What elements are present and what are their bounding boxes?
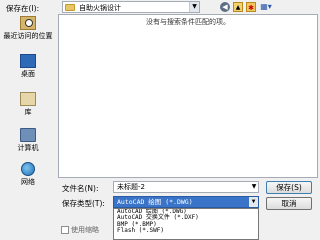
place-label: 网络	[21, 178, 35, 186]
up-folder-icon[interactable]: ▲	[233, 2, 243, 12]
desktop-icon	[20, 54, 36, 68]
libraries-icon	[20, 92, 36, 106]
folder-icon	[65, 4, 75, 11]
place-recent[interactable]: 最近访问的位置	[0, 16, 56, 41]
chevron-down-icon[interactable]: ▼	[250, 182, 258, 192]
view-menu-icon[interactable]: ▦▾	[258, 2, 274, 12]
place-libraries[interactable]: 库	[0, 92, 56, 117]
recent-places-icon	[20, 16, 36, 30]
place-network[interactable]: 网络	[0, 162, 56, 187]
filetype-label: 保存类型(T):	[62, 199, 105, 208]
filetype-select[interactable]: AutoCAD 绘图 (*.DWG) ▼	[113, 196, 259, 208]
location-combobox[interactable]: 自助火锅设计 ▼	[62, 1, 200, 13]
chevron-down-icon[interactable]: ▼	[189, 2, 199, 12]
place-desktop[interactable]: 桌面	[0, 54, 56, 79]
filetype-dropdown-list: AutoCAD 绘图 (*.DWG) AutoCAD 交换文件 (*.DXF) …	[113, 208, 259, 240]
place-label: 最近访问的位置	[3, 32, 53, 40]
thumbnail-checkbox[interactable]	[61, 226, 69, 234]
filetype-selected: AutoCAD 绘图 (*.DWG)	[117, 198, 193, 206]
save-in-label: 保存在(I):	[6, 4, 40, 13]
thumbnail-label: 使用缩略	[71, 226, 99, 234]
empty-message: 没有与搜索条件匹配的项。	[146, 18, 230, 26]
places-bar: 最近访问的位置 桌面 库 计算机 网络	[0, 14, 56, 198]
save-button[interactable]: 保存(S)	[266, 181, 312, 194]
filename-input[interactable]	[113, 181, 259, 193]
location-text: 自助火锅设计	[79, 4, 121, 12]
computer-icon	[20, 128, 36, 142]
filetype-option[interactable]: Flash (*.SWF)	[114, 227, 258, 234]
place-label: 桌面	[21, 70, 35, 78]
place-computer[interactable]: 计算机	[0, 128, 56, 153]
network-icon	[21, 162, 35, 176]
place-label: 库	[24, 108, 32, 116]
cancel-button[interactable]: 取消	[266, 197, 312, 210]
new-folder-icon[interactable]: ✱	[246, 2, 256, 12]
location-toolbar: 保存在(I): 自助火锅设计 ▼ ◀ ▲ ✱ ▦▾	[0, 0, 320, 14]
place-label: 计算机	[17, 144, 39, 152]
chevron-down-icon[interactable]: ▼	[249, 197, 258, 207]
back-icon[interactable]: ◀	[220, 2, 230, 12]
filename-label: 文件名(N):	[62, 184, 99, 193]
file-list[interactable]: 没有与搜索条件匹配的项。	[58, 14, 318, 178]
corner-mark	[300, 231, 318, 239]
